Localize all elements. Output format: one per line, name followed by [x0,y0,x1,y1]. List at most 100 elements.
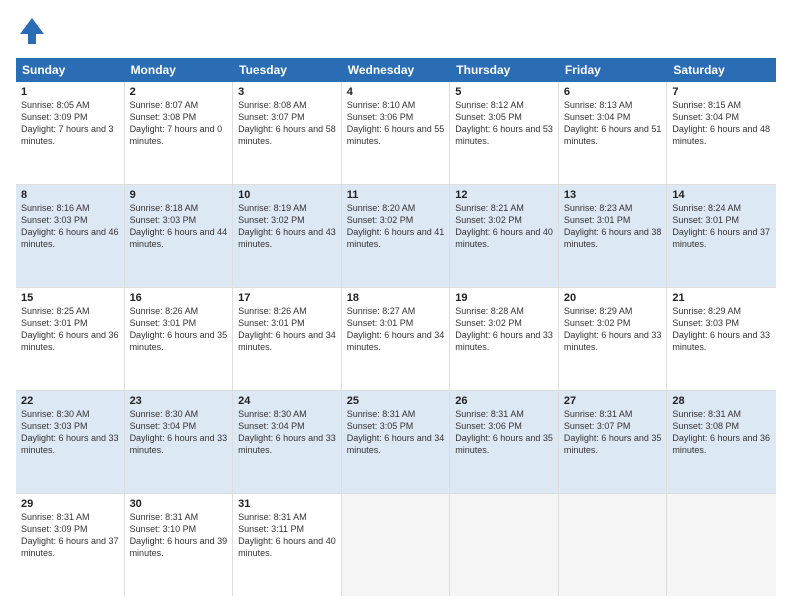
day-number: 3 [238,86,336,98]
logo [16,16,52,48]
day-info: Sunrise: 8:29 AMSunset: 3:03 PMDaylight:… [672,305,771,354]
calendar-cell: 4Sunrise: 8:10 AMSunset: 3:06 PMDaylight… [342,82,451,184]
day-number: 4 [347,86,445,98]
day-number: 15 [21,292,119,304]
calendar-cell: 15Sunrise: 8:25 AMSunset: 3:01 PMDayligh… [16,288,125,390]
calendar-cell: 18Sunrise: 8:27 AMSunset: 3:01 PMDayligh… [342,288,451,390]
calendar-cell [559,494,668,596]
day-number: 21 [672,292,771,304]
weekday-header: Saturday [667,58,776,82]
calendar-cell: 30Sunrise: 8:31 AMSunset: 3:10 PMDayligh… [125,494,234,596]
day-number: 22 [21,395,119,407]
day-number: 30 [130,498,228,510]
calendar-cell: 19Sunrise: 8:28 AMSunset: 3:02 PMDayligh… [450,288,559,390]
day-info: Sunrise: 8:05 AMSunset: 3:09 PMDaylight:… [21,99,119,148]
calendar: SundayMondayTuesdayWednesdayThursdayFrid… [16,58,776,596]
weekday-header: Sunday [16,58,125,82]
day-info: Sunrise: 8:31 AMSunset: 3:07 PMDaylight:… [564,408,662,457]
day-number: 28 [672,395,771,407]
calendar-cell [667,494,776,596]
day-number: 1 [21,86,119,98]
day-info: Sunrise: 8:15 AMSunset: 3:04 PMDaylight:… [672,99,771,148]
calendar-cell: 9Sunrise: 8:18 AMSunset: 3:03 PMDaylight… [125,185,234,287]
day-info: Sunrise: 8:31 AMSunset: 3:08 PMDaylight:… [672,408,771,457]
day-info: Sunrise: 8:31 AMSunset: 3:09 PMDaylight:… [21,511,119,560]
day-number: 10 [238,189,336,201]
header [16,16,776,48]
day-info: Sunrise: 8:30 AMSunset: 3:04 PMDaylight:… [130,408,228,457]
calendar-cell [450,494,559,596]
calendar-row: 29Sunrise: 8:31 AMSunset: 3:09 PMDayligh… [16,494,776,596]
day-info: Sunrise: 8:10 AMSunset: 3:06 PMDaylight:… [347,99,445,148]
day-number: 7 [672,86,771,98]
calendar-cell: 31Sunrise: 8:31 AMSunset: 3:11 PMDayligh… [233,494,342,596]
day-info: Sunrise: 8:13 AMSunset: 3:04 PMDaylight:… [564,99,662,148]
day-number: 16 [130,292,228,304]
day-info: Sunrise: 8:24 AMSunset: 3:01 PMDaylight:… [672,202,771,251]
weekday-header: Monday [125,58,234,82]
day-number: 19 [455,292,553,304]
calendar-cell: 29Sunrise: 8:31 AMSunset: 3:09 PMDayligh… [16,494,125,596]
day-number: 18 [347,292,445,304]
day-info: Sunrise: 8:26 AMSunset: 3:01 PMDaylight:… [238,305,336,354]
day-info: Sunrise: 8:27 AMSunset: 3:01 PMDaylight:… [347,305,445,354]
day-number: 17 [238,292,336,304]
calendar-cell: 21Sunrise: 8:29 AMSunset: 3:03 PMDayligh… [667,288,776,390]
calendar-cell: 5Sunrise: 8:12 AMSunset: 3:05 PMDaylight… [450,82,559,184]
day-number: 24 [238,395,336,407]
calendar-cell: 28Sunrise: 8:31 AMSunset: 3:08 PMDayligh… [667,391,776,493]
calendar-cell: 10Sunrise: 8:19 AMSunset: 3:02 PMDayligh… [233,185,342,287]
day-info: Sunrise: 8:30 AMSunset: 3:04 PMDaylight:… [238,408,336,457]
calendar-cell: 22Sunrise: 8:30 AMSunset: 3:03 PMDayligh… [16,391,125,493]
calendar-cell: 13Sunrise: 8:23 AMSunset: 3:01 PMDayligh… [559,185,668,287]
calendar-cell: 24Sunrise: 8:30 AMSunset: 3:04 PMDayligh… [233,391,342,493]
calendar-cell: 2Sunrise: 8:07 AMSunset: 3:08 PMDaylight… [125,82,234,184]
calendar-cell: 14Sunrise: 8:24 AMSunset: 3:01 PMDayligh… [667,185,776,287]
day-info: Sunrise: 8:25 AMSunset: 3:01 PMDaylight:… [21,305,119,354]
day-number: 8 [21,189,119,201]
calendar-cell: 11Sunrise: 8:20 AMSunset: 3:02 PMDayligh… [342,185,451,287]
day-info: Sunrise: 8:29 AMSunset: 3:02 PMDaylight:… [564,305,662,354]
day-info: Sunrise: 8:08 AMSunset: 3:07 PMDaylight:… [238,99,336,148]
day-number: 26 [455,395,553,407]
day-info: Sunrise: 8:07 AMSunset: 3:08 PMDaylight:… [130,99,228,148]
day-number: 11 [347,189,445,201]
calendar-cell: 27Sunrise: 8:31 AMSunset: 3:07 PMDayligh… [559,391,668,493]
calendar-cell: 20Sunrise: 8:29 AMSunset: 3:02 PMDayligh… [559,288,668,390]
calendar-row: 8Sunrise: 8:16 AMSunset: 3:03 PMDaylight… [16,185,776,288]
day-number: 20 [564,292,662,304]
calendar-cell [342,494,451,596]
day-info: Sunrise: 8:23 AMSunset: 3:01 PMDaylight:… [564,202,662,251]
weekday-header: Wednesday [342,58,451,82]
calendar-cell: 1Sunrise: 8:05 AMSunset: 3:09 PMDaylight… [16,82,125,184]
calendar-cell: 8Sunrise: 8:16 AMSunset: 3:03 PMDaylight… [16,185,125,287]
calendar-cell: 25Sunrise: 8:31 AMSunset: 3:05 PMDayligh… [342,391,451,493]
calendar-cell: 12Sunrise: 8:21 AMSunset: 3:02 PMDayligh… [450,185,559,287]
day-number: 31 [238,498,336,510]
day-number: 9 [130,189,228,201]
calendar-cell: 6Sunrise: 8:13 AMSunset: 3:04 PMDaylight… [559,82,668,184]
calendar-row: 22Sunrise: 8:30 AMSunset: 3:03 PMDayligh… [16,391,776,494]
weekday-header: Friday [559,58,668,82]
calendar-cell: 26Sunrise: 8:31 AMSunset: 3:06 PMDayligh… [450,391,559,493]
weekday-header: Tuesday [233,58,342,82]
day-number: 27 [564,395,662,407]
calendar-cell: 7Sunrise: 8:15 AMSunset: 3:04 PMDaylight… [667,82,776,184]
calendar-header: SundayMondayTuesdayWednesdayThursdayFrid… [16,58,776,82]
day-number: 6 [564,86,662,98]
day-number: 25 [347,395,445,407]
calendar-cell: 3Sunrise: 8:08 AMSunset: 3:07 PMDaylight… [233,82,342,184]
day-info: Sunrise: 8:31 AMSunset: 3:10 PMDaylight:… [130,511,228,560]
weekday-header: Thursday [450,58,559,82]
day-number: 29 [21,498,119,510]
day-number: 13 [564,189,662,201]
calendar-body: 1Sunrise: 8:05 AMSunset: 3:09 PMDaylight… [16,82,776,596]
calendar-row: 1Sunrise: 8:05 AMSunset: 3:09 PMDaylight… [16,82,776,185]
day-info: Sunrise: 8:31 AMSunset: 3:06 PMDaylight:… [455,408,553,457]
day-number: 5 [455,86,553,98]
day-info: Sunrise: 8:20 AMSunset: 3:02 PMDaylight:… [347,202,445,251]
day-info: Sunrise: 8:18 AMSunset: 3:03 PMDaylight:… [130,202,228,251]
day-info: Sunrise: 8:31 AMSunset: 3:05 PMDaylight:… [347,408,445,457]
day-number: 2 [130,86,228,98]
day-info: Sunrise: 8:16 AMSunset: 3:03 PMDaylight:… [21,202,119,251]
